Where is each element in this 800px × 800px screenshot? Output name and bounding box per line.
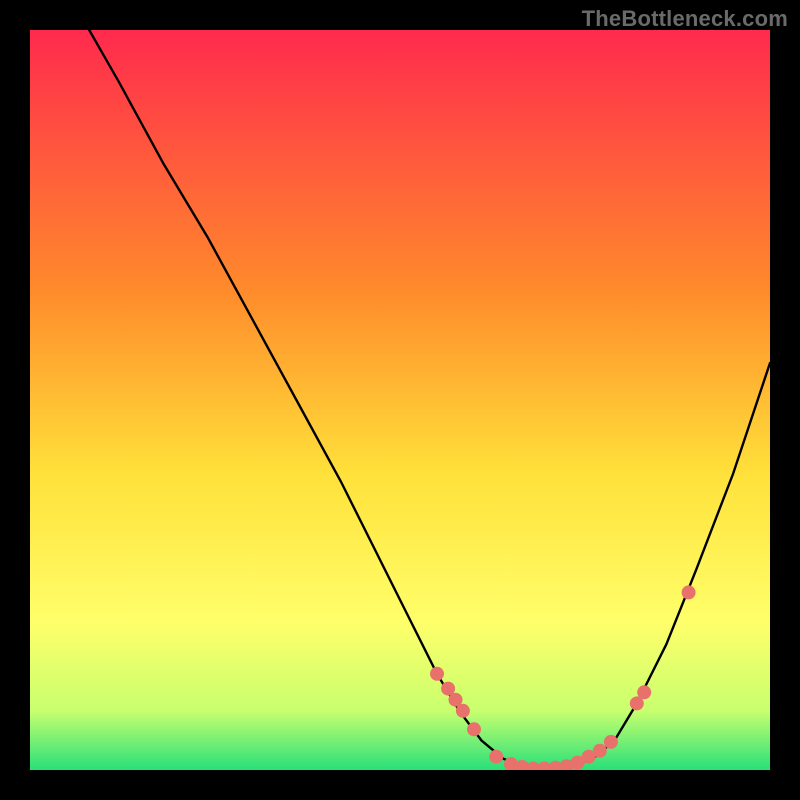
marker-point <box>637 685 651 699</box>
marker-point <box>430 667 444 681</box>
marker-point <box>604 735 618 749</box>
marker-point <box>682 585 696 599</box>
watermark-text: TheBottleneck.com <box>582 6 788 32</box>
plot-area <box>30 30 770 770</box>
marker-point <box>593 744 607 758</box>
chart-stage: TheBottleneck.com <box>0 0 800 800</box>
marker-point <box>489 750 503 764</box>
marker-point <box>467 722 481 736</box>
marker-point <box>456 704 470 718</box>
plot-svg <box>30 30 770 770</box>
